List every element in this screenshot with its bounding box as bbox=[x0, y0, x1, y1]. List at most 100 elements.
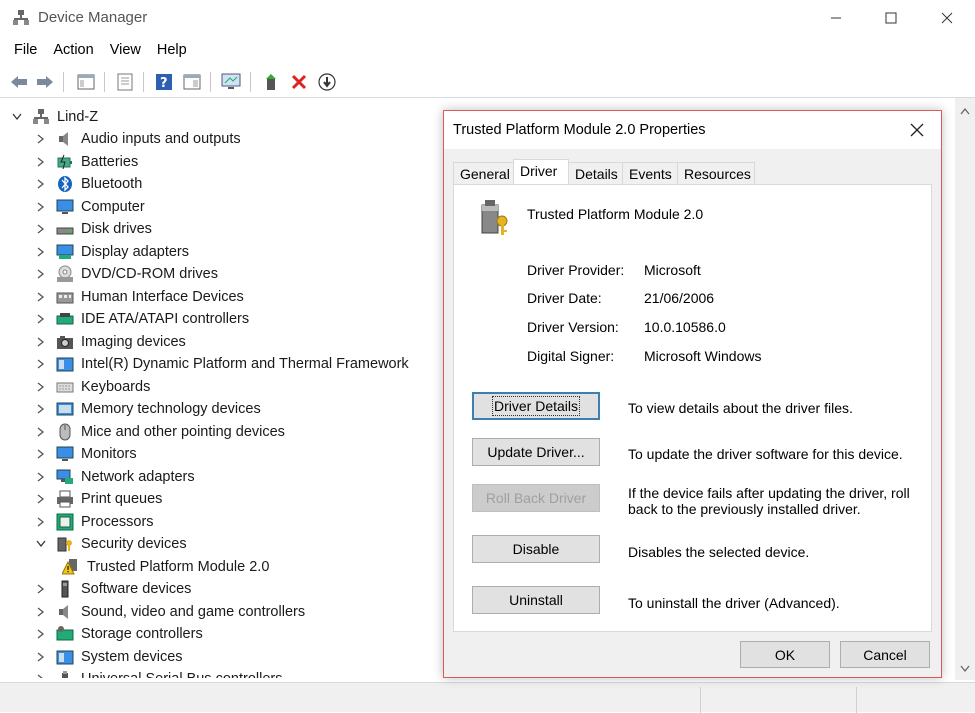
view-icon[interactable] bbox=[181, 71, 203, 93]
tree-item-label: Disk drives bbox=[81, 221, 152, 237]
tree-item-disk-drives[interactable]: Disk drives bbox=[32, 218, 152, 240]
tab-events[interactable]: Events bbox=[622, 162, 678, 184]
driver-details-button[interactable]: Driver Details bbox=[472, 392, 600, 420]
menu-file[interactable]: File bbox=[0, 38, 45, 64]
help-icon[interactable]: ? bbox=[153, 71, 175, 93]
chevron-down-icon[interactable] bbox=[32, 533, 50, 555]
tree-item-sound-video-and-game-controllers[interactable]: Sound, video and game controllers bbox=[32, 601, 305, 623]
uninstall-x-icon[interactable] bbox=[288, 71, 310, 93]
tree-item-audio-inputs-and-outputs[interactable]: Audio inputs and outputs bbox=[32, 128, 241, 150]
disable-button[interactable]: Disable bbox=[472, 535, 600, 563]
show-hide-tree-icon[interactable] bbox=[75, 71, 97, 93]
chevron-right-icon[interactable] bbox=[32, 353, 50, 375]
cancel-button[interactable]: Cancel bbox=[840, 641, 930, 668]
tree-item-processors[interactable]: Processors bbox=[32, 511, 154, 533]
tree-root[interactable]: Lind-Z bbox=[8, 106, 98, 128]
maximize-button[interactable] bbox=[863, 0, 919, 36]
computer-icon bbox=[56, 198, 74, 216]
tree-item-security-devices[interactable]: Security devices bbox=[32, 533, 187, 555]
menu-help[interactable]: Help bbox=[149, 38, 195, 64]
tab-resources[interactable]: Resources bbox=[677, 162, 755, 184]
tree-item-universal-serial-bus-controllers[interactable]: Universal Serial Bus controllers bbox=[32, 668, 282, 678]
display-adapter-icon bbox=[56, 243, 74, 261]
chevron-right-icon[interactable] bbox=[32, 376, 50, 398]
chevron-right-icon[interactable] bbox=[32, 308, 50, 330]
properties-icon[interactable] bbox=[114, 71, 136, 93]
close-button[interactable] bbox=[919, 0, 975, 36]
tree-item-storage-controllers[interactable]: Storage controllers bbox=[32, 623, 203, 645]
minimize-button[interactable] bbox=[808, 0, 864, 36]
tree-item-network-adapters[interactable]: Network adapters bbox=[32, 466, 195, 488]
tree-item-print-queues[interactable]: Print queues bbox=[32, 488, 162, 510]
tree-item-software-devices[interactable]: Software devices bbox=[32, 578, 191, 600]
chevron-right-icon[interactable] bbox=[32, 488, 50, 510]
tree-item-label: Bluetooth bbox=[81, 176, 143, 192]
uninstall-button[interactable]: Uninstall bbox=[472, 586, 600, 614]
menu-action[interactable]: Action bbox=[45, 38, 101, 64]
chevron-right-icon[interactable] bbox=[32, 263, 50, 285]
ok-button[interactable]: OK bbox=[740, 641, 830, 668]
chevron-right-icon[interactable] bbox=[32, 646, 50, 668]
tree-item-display-adapters[interactable]: Display adapters bbox=[32, 241, 189, 263]
tree-item-dvd-cd-rom-drives[interactable]: DVD/CD-ROM drives bbox=[32, 263, 218, 285]
tree-item-human-interface-devices[interactable]: Human Interface Devices bbox=[32, 286, 244, 308]
tree-item-label: Network adapters bbox=[81, 468, 195, 485]
tree-item-memory-technology-devices[interactable]: Memory technology devices bbox=[32, 398, 261, 420]
menu-view[interactable]: View bbox=[102, 38, 149, 64]
scroll-up-icon[interactable] bbox=[960, 102, 970, 118]
monitor-scan-icon[interactable] bbox=[220, 71, 242, 93]
roll-back-driver-button[interactable]: Roll Back Driver bbox=[472, 484, 600, 512]
tree-item-intel-r-dynamic-platform-and-thermal-framework[interactable]: Intel(R) Dynamic Platform and Thermal Fr… bbox=[32, 353, 409, 375]
tree-item-label: Intel(R) Dynamic Platform and Thermal Fr… bbox=[81, 356, 409, 372]
update-driver-desc: To update the driver software for this d… bbox=[628, 446, 903, 462]
chevron-right-icon[interactable] bbox=[32, 578, 50, 600]
update-driver-button[interactable]: Update Driver... bbox=[472, 438, 600, 466]
window-title: Device Manager bbox=[38, 9, 148, 26]
chevron-right-icon[interactable] bbox=[32, 151, 50, 173]
tree-item-label: Monitors bbox=[81, 446, 137, 462]
forward-arrow-icon[interactable] bbox=[34, 71, 56, 93]
tab-details[interactable]: Details bbox=[568, 162, 623, 184]
chevron-right-icon[interactable] bbox=[32, 668, 50, 678]
tree-item-monitors[interactable]: Monitors bbox=[32, 443, 137, 465]
scroll-down-icon[interactable] bbox=[960, 660, 970, 676]
chevron-right-icon[interactable] bbox=[32, 218, 50, 240]
back-arrow-icon[interactable] bbox=[8, 71, 30, 93]
chevron-right-icon[interactable] bbox=[32, 128, 50, 150]
chevron-right-icon[interactable] bbox=[32, 173, 50, 195]
tree-item-trusted-platform-module-2-0[interactable]: Trusted Platform Module 2.0 bbox=[56, 556, 269, 578]
chevron-right-icon[interactable] bbox=[32, 331, 50, 353]
chevron-right-icon[interactable] bbox=[32, 601, 50, 623]
uninstall-desc: To uninstall the driver (Advanced). bbox=[628, 595, 840, 611]
chevron-right-icon[interactable] bbox=[32, 196, 50, 218]
properties-dialog: Trusted Platform Module 2.0 Properties G… bbox=[443, 110, 942, 678]
toolbar: ? bbox=[0, 66, 975, 98]
disable-download-icon[interactable] bbox=[316, 71, 338, 93]
tree-item-imaging-devices[interactable]: Imaging devices bbox=[32, 331, 186, 353]
chevron-right-icon[interactable] bbox=[32, 443, 50, 465]
device-manager-icon bbox=[12, 9, 30, 27]
chevron-right-icon[interactable] bbox=[32, 286, 50, 308]
tree-item-batteries[interactable]: Batteries bbox=[32, 151, 138, 173]
chevron-right-icon[interactable] bbox=[32, 623, 50, 645]
chevron-right-icon[interactable] bbox=[32, 511, 50, 533]
tree-item-mice-and-other-pointing-devices[interactable]: Mice and other pointing devices bbox=[32, 421, 285, 443]
chevron-right-icon[interactable] bbox=[32, 466, 50, 488]
tree-item-ide-ata-atapi-controllers[interactable]: IDE ATA/ATAPI controllers bbox=[32, 308, 249, 330]
dialog-close-icon[interactable] bbox=[908, 121, 926, 139]
chevron-right-icon[interactable] bbox=[32, 421, 50, 443]
update-driver-icon[interactable] bbox=[260, 71, 282, 93]
tab-general[interactable]: General bbox=[453, 162, 514, 184]
tree-item-computer[interactable]: Computer bbox=[32, 196, 145, 218]
svg-text:?: ? bbox=[160, 76, 168, 91]
tree-item-keyboards[interactable]: Keyboards bbox=[32, 376, 150, 398]
chevron-down-icon[interactable] bbox=[8, 106, 26, 128]
driver-version-value: 10.0.10586.0 bbox=[644, 319, 726, 335]
tab-driver[interactable]: Driver bbox=[513, 159, 569, 185]
tree-item-bluetooth[interactable]: Bluetooth bbox=[32, 173, 142, 195]
vertical-scrollbar[interactable] bbox=[955, 98, 975, 680]
chevron-right-icon[interactable] bbox=[32, 398, 50, 420]
hid-icon bbox=[56, 288, 74, 306]
chevron-right-icon[interactable] bbox=[32, 241, 50, 263]
tree-item-system-devices[interactable]: System devices bbox=[32, 646, 183, 668]
